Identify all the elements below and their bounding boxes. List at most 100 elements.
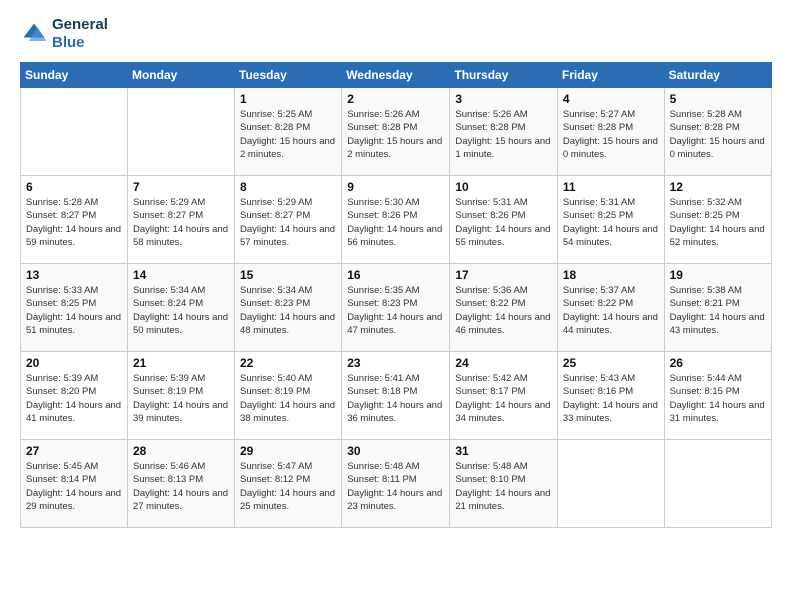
calendar-cell <box>21 88 128 176</box>
cell-info: Sunrise: 5:25 AMSunset: 8:28 PMDaylight:… <box>240 108 336 161</box>
calendar-cell: 11 Sunrise: 5:31 AMSunset: 8:25 PMDayligh… <box>557 176 664 264</box>
cell-info: Sunrise: 5:37 AMSunset: 8:22 PMDaylight:… <box>563 284 659 337</box>
calendar-week-row: 13 Sunrise: 5:33 AMSunset: 8:25 PMDayligh… <box>21 264 772 352</box>
calendar-cell: 29Sunrise: 5:47 AMSunset: 8:12 PMDayligh… <box>235 440 342 528</box>
cell-info: Sunrise: 5:48 AMSunset: 8:11 PMDaylight:… <box>347 460 444 513</box>
day-number: 4 <box>563 92 659 106</box>
calendar-week-row: 6 Sunrise: 5:28 AMSunset: 8:27 PMDaylight… <box>21 176 772 264</box>
calendar-cell: 8 Sunrise: 5:29 AMSunset: 8:27 PMDaylight… <box>235 176 342 264</box>
day-number: 9 <box>347 180 444 194</box>
cell-info: Sunrise: 5:26 AMSunset: 8:28 PMDaylight:… <box>455 108 552 161</box>
day-number: 1 <box>240 92 336 106</box>
calendar-cell: 15 Sunrise: 5:34 AMSunset: 8:23 PMDayligh… <box>235 264 342 352</box>
cell-info: Sunrise: 5:31 AMSunset: 8:25 PMDaylight:… <box>563 196 659 249</box>
cell-info: Sunrise: 5:39 AMSunset: 8:19 PMDaylight:… <box>133 372 229 425</box>
calendar-cell <box>664 440 771 528</box>
day-number: 15 <box>240 268 336 282</box>
calendar-cell <box>557 440 664 528</box>
day-number: 13 <box>26 268 122 282</box>
logo: General Blue <box>20 16 108 52</box>
calendar-cell: 30 Sunrise: 5:48 AMSunset: 8:11 PMDayligh… <box>342 440 450 528</box>
cell-info: Sunrise: 5:44 AMSunset: 8:15 PMDaylight:… <box>670 372 766 425</box>
day-number: 21 <box>133 356 229 370</box>
calendar-cell: 22 Sunrise: 5:40 AMSunset: 8:19 PMDayligh… <box>235 352 342 440</box>
cell-info: Sunrise: 5:35 AMSunset: 8:23 PMDaylight:… <box>347 284 444 337</box>
header: General Blue <box>20 16 772 52</box>
day-number: 27 <box>26 444 122 458</box>
day-number: 26 <box>670 356 766 370</box>
calendar-cell: 3 Sunrise: 5:26 AMSunset: 8:28 PMDaylight… <box>450 88 558 176</box>
day-number: 30 <box>347 444 444 458</box>
day-number: 11 <box>563 180 659 194</box>
cell-info: Sunrise: 5:30 AMSunset: 8:26 PMDaylight:… <box>347 196 444 249</box>
calendar-day-header: Thursday <box>450 63 558 88</box>
day-number: 6 <box>26 180 122 194</box>
cell-info: Sunrise: 5:47 AMSunset: 8:12 PMDaylight:… <box>240 460 336 513</box>
cell-info: Sunrise: 5:46 AMSunset: 8:13 PMDaylight:… <box>133 460 229 513</box>
calendar-cell: 6 Sunrise: 5:28 AMSunset: 8:27 PMDaylight… <box>21 176 128 264</box>
cell-info: Sunrise: 5:29 AMSunset: 8:27 PMDaylight:… <box>133 196 229 249</box>
calendar-cell: 26 Sunrise: 5:44 AMSunset: 8:15 PMDayligh… <box>664 352 771 440</box>
day-number: 20 <box>26 356 122 370</box>
calendar-cell: 27 Sunrise: 5:45 AMSunset: 8:14 PMDayligh… <box>21 440 128 528</box>
cell-info: Sunrise: 5:38 AMSunset: 8:21 PMDaylight:… <box>670 284 766 337</box>
calendar-cell: 17 Sunrise: 5:36 AMSunset: 8:22 PMDayligh… <box>450 264 558 352</box>
calendar-cell: 18Sunrise: 5:37 AMSunset: 8:22 PMDayligh… <box>557 264 664 352</box>
day-number: 17 <box>455 268 552 282</box>
cell-info: Sunrise: 5:29 AMSunset: 8:27 PMDaylight:… <box>240 196 336 249</box>
day-number: 16 <box>347 268 444 282</box>
logo-icon <box>20 20 48 48</box>
cell-info: Sunrise: 5:40 AMSunset: 8:19 PMDaylight:… <box>240 372 336 425</box>
calendar-week-row: 1 Sunrise: 5:25 AMSunset: 8:28 PMDaylight… <box>21 88 772 176</box>
calendar-week-row: 20 Sunrise: 5:39 AMSunset: 8:20 PMDayligh… <box>21 352 772 440</box>
day-number: 2 <box>347 92 444 106</box>
day-number: 5 <box>670 92 766 106</box>
calendar-day-header: Sunday <box>21 63 128 88</box>
calendar-cell: 7 Sunrise: 5:29 AMSunset: 8:27 PMDaylight… <box>127 176 234 264</box>
calendar-cell: 23 Sunrise: 5:41 AMSunset: 8:18 PMDayligh… <box>342 352 450 440</box>
day-number: 24 <box>455 356 552 370</box>
calendar-cell: 4Sunrise: 5:27 AMSunset: 8:28 PMDaylight… <box>557 88 664 176</box>
calendar-day-header: Wednesday <box>342 63 450 88</box>
cell-info: Sunrise: 5:32 AMSunset: 8:25 PMDaylight:… <box>670 196 766 249</box>
calendar-cell: 12 Sunrise: 5:32 AMSunset: 8:25 PMDayligh… <box>664 176 771 264</box>
cell-info: Sunrise: 5:31 AMSunset: 8:26 PMDaylight:… <box>455 196 552 249</box>
calendar-day-header: Saturday <box>664 63 771 88</box>
day-number: 31 <box>455 444 552 458</box>
day-number: 8 <box>240 180 336 194</box>
cell-info: Sunrise: 5:33 AMSunset: 8:25 PMDaylight:… <box>26 284 122 337</box>
calendar-day-header: Monday <box>127 63 234 88</box>
cell-info: Sunrise: 5:34 AMSunset: 8:23 PMDaylight:… <box>240 284 336 337</box>
cell-info: Sunrise: 5:26 AMSunset: 8:28 PMDaylight:… <box>347 108 444 161</box>
calendar-cell <box>127 88 234 176</box>
day-number: 3 <box>455 92 552 106</box>
cell-info: Sunrise: 5:42 AMSunset: 8:17 PMDaylight:… <box>455 372 552 425</box>
calendar-cell: 28 Sunrise: 5:46 AMSunset: 8:13 PMDayligh… <box>127 440 234 528</box>
day-number: 7 <box>133 180 229 194</box>
day-number: 19 <box>670 268 766 282</box>
day-number: 28 <box>133 444 229 458</box>
calendar-day-header: Friday <box>557 63 664 88</box>
calendar-cell: 14 Sunrise: 5:34 AMSunset: 8:24 PMDayligh… <box>127 264 234 352</box>
cell-info: Sunrise: 5:34 AMSunset: 8:24 PMDaylight:… <box>133 284 229 337</box>
calendar-header-row: SundayMondayTuesdayWednesdayThursdayFrid… <box>21 63 772 88</box>
cell-info: Sunrise: 5:48 AMSunset: 8:10 PMDaylight:… <box>455 460 552 513</box>
calendar-week-row: 27 Sunrise: 5:45 AMSunset: 8:14 PMDayligh… <box>21 440 772 528</box>
cell-info: Sunrise: 5:45 AMSunset: 8:14 PMDaylight:… <box>26 460 122 513</box>
cell-info: Sunrise: 5:28 AMSunset: 8:27 PMDaylight:… <box>26 196 122 249</box>
day-number: 23 <box>347 356 444 370</box>
calendar-cell: 19 Sunrise: 5:38 AMSunset: 8:21 PMDayligh… <box>664 264 771 352</box>
cell-info: Sunrise: 5:28 AMSunset: 8:28 PMDaylight:… <box>670 108 766 161</box>
cell-info: Sunrise: 5:43 AMSunset: 8:16 PMDaylight:… <box>563 372 659 425</box>
cell-info: Sunrise: 5:41 AMSunset: 8:18 PMDaylight:… <box>347 372 444 425</box>
cell-info: Sunrise: 5:39 AMSunset: 8:20 PMDaylight:… <box>26 372 122 425</box>
cell-info: Sunrise: 5:36 AMSunset: 8:22 PMDaylight:… <box>455 284 552 337</box>
day-number: 14 <box>133 268 229 282</box>
calendar-cell: 24 Sunrise: 5:42 AMSunset: 8:17 PMDayligh… <box>450 352 558 440</box>
calendar-cell: 5 Sunrise: 5:28 AMSunset: 8:28 PMDaylight… <box>664 88 771 176</box>
calendar-cell: 20 Sunrise: 5:39 AMSunset: 8:20 PMDayligh… <box>21 352 128 440</box>
day-number: 22 <box>240 356 336 370</box>
day-number: 10 <box>455 180 552 194</box>
calendar-cell: 1 Sunrise: 5:25 AMSunset: 8:28 PMDaylight… <box>235 88 342 176</box>
day-number: 12 <box>670 180 766 194</box>
